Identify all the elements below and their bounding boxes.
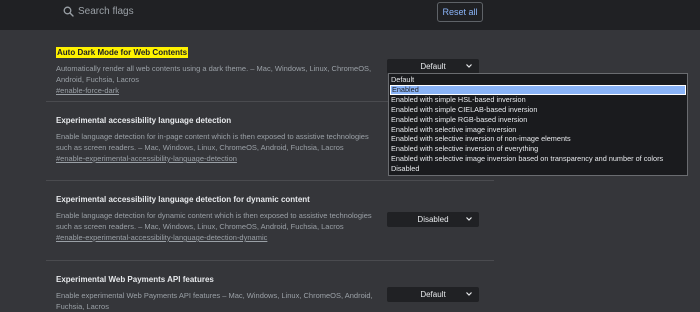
flag-link[interactable]: #enable-experimental-accessibility-langu… xyxy=(56,153,386,164)
search-box[interactable] xyxy=(56,0,318,22)
flag-options-dropdown: Default Enabled Enabled with simple HSL-… xyxy=(388,73,688,177)
flag-description: Automatically render all web contents us… xyxy=(56,64,372,84)
dropdown-option[interactable]: Disabled xyxy=(389,164,687,174)
chevron-down-icon xyxy=(466,217,472,221)
header-bar: Reset all xyxy=(0,0,700,30)
dropdown-option-selected[interactable]: Enabled xyxy=(390,84,686,95)
dropdown-option[interactable]: Enabled with simple CIELAB-based inversi… xyxy=(389,105,687,115)
reset-all-button[interactable]: Reset all xyxy=(437,2,483,22)
dropdown-option[interactable]: Enabled with simple RGB-based inversion xyxy=(389,115,687,125)
flag-description: Enable language detection for dynamic co… xyxy=(56,211,372,231)
search-icon xyxy=(63,6,74,17)
flag-title: Auto Dark Mode for Web Contents xyxy=(56,47,189,58)
flag-item-accessibility-language-detection-dynamic: Experimental accessibility language dete… xyxy=(56,189,386,243)
flag-select-force-dark[interactable]: Default xyxy=(387,59,479,74)
dropdown-option[interactable]: Enabled with selective inversion of ever… xyxy=(389,144,687,154)
dropdown-option[interactable]: Enabled with selective inversion of non-… xyxy=(389,134,687,144)
divider xyxy=(46,260,494,261)
flag-title: Experimental Web Payments API features xyxy=(56,275,214,284)
chevron-down-icon xyxy=(466,64,472,68)
flag-title: Experimental accessibility language dete… xyxy=(56,116,232,125)
flag-select-language-detection-dynamic[interactable]: Disabled xyxy=(387,212,479,227)
flag-description: Enable language detection for in-page co… xyxy=(56,132,369,152)
chevron-down-icon xyxy=(466,292,472,296)
select-value: Disabled xyxy=(417,215,449,224)
dropdown-option[interactable]: Enabled with selective image inversion xyxy=(389,125,687,135)
select-value: Default xyxy=(420,62,446,71)
search-input[interactable] xyxy=(78,5,298,17)
flag-select-web-payments[interactable]: Default xyxy=(387,287,479,302)
flag-title: Experimental accessibility language dete… xyxy=(56,195,310,204)
dropdown-option[interactable]: Enabled with simple HSL-based inversion xyxy=(389,95,687,105)
dropdown-option[interactable]: Default xyxy=(389,75,687,85)
flag-item-accessibility-language-detection: Experimental accessibility language dete… xyxy=(56,110,386,164)
flag-link[interactable]: #enable-force-dark xyxy=(56,85,386,96)
dropdown-option[interactable]: Enabled with selective image inversion b… xyxy=(389,154,687,164)
flag-item-force-dark: Auto Dark Mode for Web Contents Automati… xyxy=(56,42,386,96)
flag-description: Enable experimental Web Payments API fea… xyxy=(56,291,373,311)
divider xyxy=(46,180,494,181)
flag-link[interactable]: #enable-experimental-accessibility-langu… xyxy=(56,232,386,243)
select-value: Default xyxy=(420,290,446,299)
